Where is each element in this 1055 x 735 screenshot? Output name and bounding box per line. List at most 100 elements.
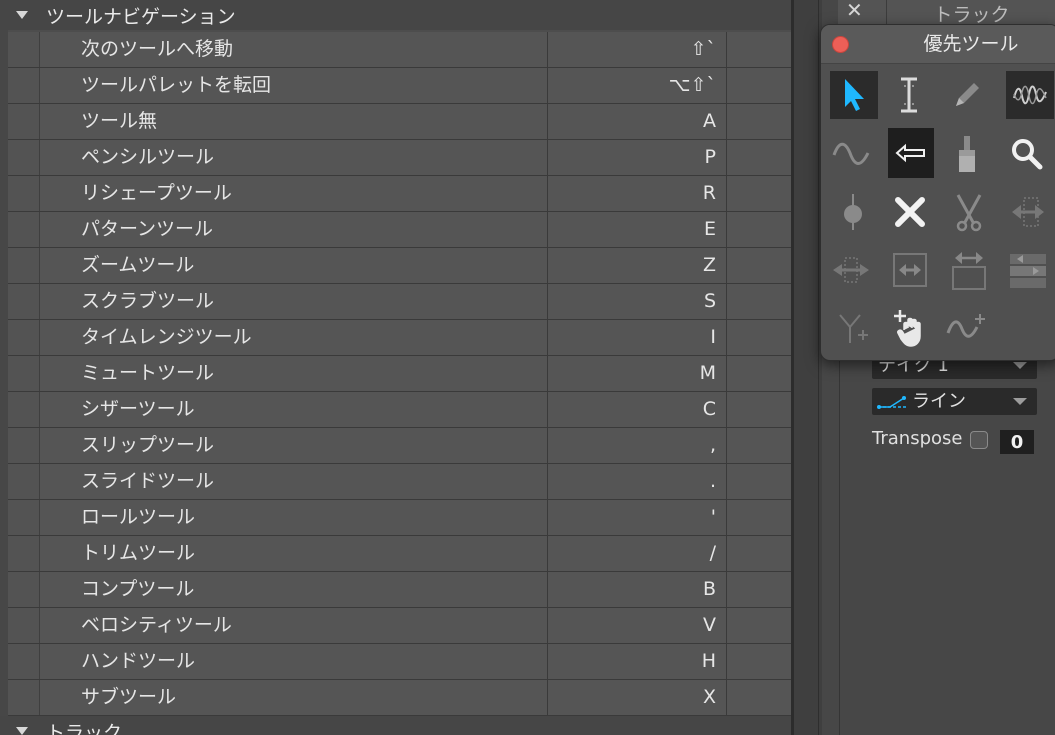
key-shortcut-cell[interactable]: ⇧` bbox=[547, 32, 727, 67]
comp-tool-icon[interactable] bbox=[1004, 246, 1052, 294]
row-indent-cell bbox=[8, 464, 40, 499]
table-row[interactable]: パターンツール E bbox=[8, 212, 791, 248]
chevron-down-icon bbox=[1013, 362, 1027, 369]
row-indent-cell bbox=[8, 320, 40, 355]
key-shortcut-cell[interactable]: X bbox=[547, 680, 727, 715]
table-row[interactable]: トリムツール / bbox=[8, 536, 791, 572]
table-row[interactable]: ツールパレットを転回 ⌥⇧` bbox=[8, 68, 791, 104]
add-curve-tool-icon[interactable] bbox=[943, 304, 991, 352]
line-dropdown[interactable]: ライン bbox=[872, 388, 1037, 415]
table-row[interactable]: ロールツール ' bbox=[8, 500, 791, 536]
pattern-tool-icon[interactable] bbox=[1006, 71, 1054, 119]
row-indent-cell bbox=[8, 212, 40, 247]
row-indent-cell bbox=[8, 104, 40, 139]
table-row[interactable]: ツール無 A bbox=[8, 104, 791, 140]
automation-line-icon bbox=[877, 396, 906, 409]
close-icon[interactable]: ✕ bbox=[846, 0, 863, 22]
transpose-checkbox[interactable] bbox=[970, 431, 988, 449]
command-name: ツールパレットを転回 bbox=[81, 74, 272, 96]
command-name: ハンドツール bbox=[81, 650, 196, 672]
pencil-tool-icon[interactable] bbox=[943, 71, 991, 119]
table-row[interactable]: スリップツール, bbox=[8, 428, 791, 464]
scrub-tool-icon[interactable] bbox=[829, 188, 877, 236]
command-name: コンプツール bbox=[81, 578, 195, 600]
disclosure-triangle-icon[interactable] bbox=[16, 727, 28, 735]
table-row[interactable]: ハンドツール H bbox=[8, 644, 791, 680]
section-header-track[interactable]: トラック bbox=[0, 716, 791, 735]
table-row[interactable]: ベロシティツール V bbox=[8, 608, 791, 644]
row-indent-cell bbox=[8, 356, 40, 391]
table-row[interactable]: リシェープツール R bbox=[8, 176, 791, 212]
row-indent-cell bbox=[8, 428, 40, 463]
table-row[interactable]: スクラブツール S bbox=[8, 284, 791, 320]
command-name: リシェープツール bbox=[81, 182, 232, 204]
row-indent-cell bbox=[8, 392, 40, 427]
key-shortcut-cell[interactable]: , bbox=[547, 428, 727, 463]
key-shortcut-cell[interactable]: C bbox=[547, 392, 727, 427]
row-indent-cell bbox=[8, 32, 40, 67]
command-name: サブツール bbox=[81, 686, 177, 708]
scissor-tool-icon[interactable] bbox=[945, 188, 993, 236]
reshape-tool-icon[interactable] bbox=[827, 130, 875, 178]
roll-tool-icon[interactable] bbox=[886, 246, 934, 294]
paint-tool-icon[interactable] bbox=[943, 130, 991, 178]
row-indent-cell bbox=[8, 140, 40, 175]
key-shortcut-cell[interactable]: ⌥⇧` bbox=[547, 68, 727, 103]
palette-title: 優先ツール bbox=[923, 33, 1019, 55]
key-shortcut-cell[interactable]: E bbox=[547, 212, 727, 247]
none-tool-icon[interactable] bbox=[888, 128, 934, 178]
row-indent-cell bbox=[8, 572, 40, 607]
key-shortcut-cell[interactable]: / bbox=[547, 536, 727, 571]
table-row[interactable]: シザーツール C bbox=[8, 392, 791, 428]
row-indent-cell bbox=[8, 680, 40, 715]
row-indent-cell bbox=[8, 500, 40, 535]
key-shortcut-cell[interactable]: R bbox=[547, 176, 727, 211]
key-shortcut-cell[interactable]: A bbox=[547, 104, 727, 139]
command-name: シザーツール bbox=[81, 398, 195, 420]
key-shortcut-cell[interactable]: S bbox=[547, 284, 727, 319]
key-shortcut-cell[interactable]: M bbox=[547, 356, 727, 391]
key-shortcut-cell[interactable]: Z bbox=[547, 248, 727, 283]
command-name: ロールツール bbox=[81, 506, 196, 528]
slip-tool-icon[interactable] bbox=[1004, 188, 1052, 236]
table-row[interactable]: 次のツールへ移動 ⇧` bbox=[8, 32, 791, 68]
key-shortcut-cell[interactable]: P bbox=[547, 140, 727, 175]
key-shortcut-cell[interactable]: H bbox=[547, 644, 727, 679]
command-name: スライドツール bbox=[81, 470, 215, 492]
key-shortcut-cell[interactable]: . bbox=[547, 464, 727, 499]
arrow-tool-icon[interactable] bbox=[830, 71, 878, 119]
shortcut-rows: 次のツールへ移動 ⇧` ツールパレットを転回 ⌥⇧` ツール無 A ペンシルツール P リシェー… bbox=[8, 32, 791, 716]
section-title: ツールナビゲーション bbox=[46, 5, 236, 28]
hand-tool-icon[interactable] bbox=[886, 304, 934, 352]
command-name: ペンシルツール bbox=[81, 146, 215, 168]
key-shortcut-cell[interactable]: V bbox=[547, 608, 727, 643]
table-row[interactable]: ズームツール Z bbox=[8, 248, 791, 284]
table-row[interactable]: サブツール X bbox=[8, 680, 791, 716]
table-row[interactable]: ペンシルツール P bbox=[8, 140, 791, 176]
trim-tool-icon[interactable] bbox=[945, 246, 993, 294]
command-name: スクラブツール bbox=[81, 290, 215, 312]
table-row[interactable]: スライドツール. bbox=[8, 464, 791, 500]
tempo-tool-icon[interactable] bbox=[829, 304, 877, 352]
disclosure-triangle-icon[interactable] bbox=[16, 11, 28, 19]
table-row[interactable]: タイムレンジツール I bbox=[8, 320, 791, 356]
command-name: ミュートツール bbox=[81, 362, 215, 384]
row-indent-cell bbox=[8, 608, 40, 643]
key-shortcut-cell[interactable]: ' bbox=[547, 500, 727, 535]
slide-tool-icon[interactable] bbox=[827, 246, 875, 294]
key-shortcut-cell[interactable]: I bbox=[547, 320, 727, 355]
palette-titlebar[interactable]: 優先ツール bbox=[821, 25, 1055, 64]
key-shortcut-cell[interactable]: B bbox=[547, 572, 727, 607]
command-name: ベロシティツール bbox=[81, 614, 232, 636]
section-header-tool-nav[interactable]: ツールナビゲーション bbox=[0, 0, 791, 30]
table-row[interactable]: コンプツール B bbox=[8, 572, 791, 608]
transpose-value-field[interactable]: 0 bbox=[1000, 430, 1034, 454]
mute-tool-icon[interactable] bbox=[886, 188, 934, 236]
zoom-tool-icon[interactable] bbox=[1003, 130, 1051, 178]
list-gutter bbox=[0, 30, 8, 735]
command-name: スリップツール bbox=[81, 434, 215, 456]
table-row[interactable]: ミュートツール M bbox=[8, 356, 791, 392]
time-range-tool-icon[interactable] bbox=[885, 71, 933, 119]
row-indent-cell bbox=[8, 248, 40, 283]
command-name: 次のツールへ移動 bbox=[81, 38, 234, 60]
